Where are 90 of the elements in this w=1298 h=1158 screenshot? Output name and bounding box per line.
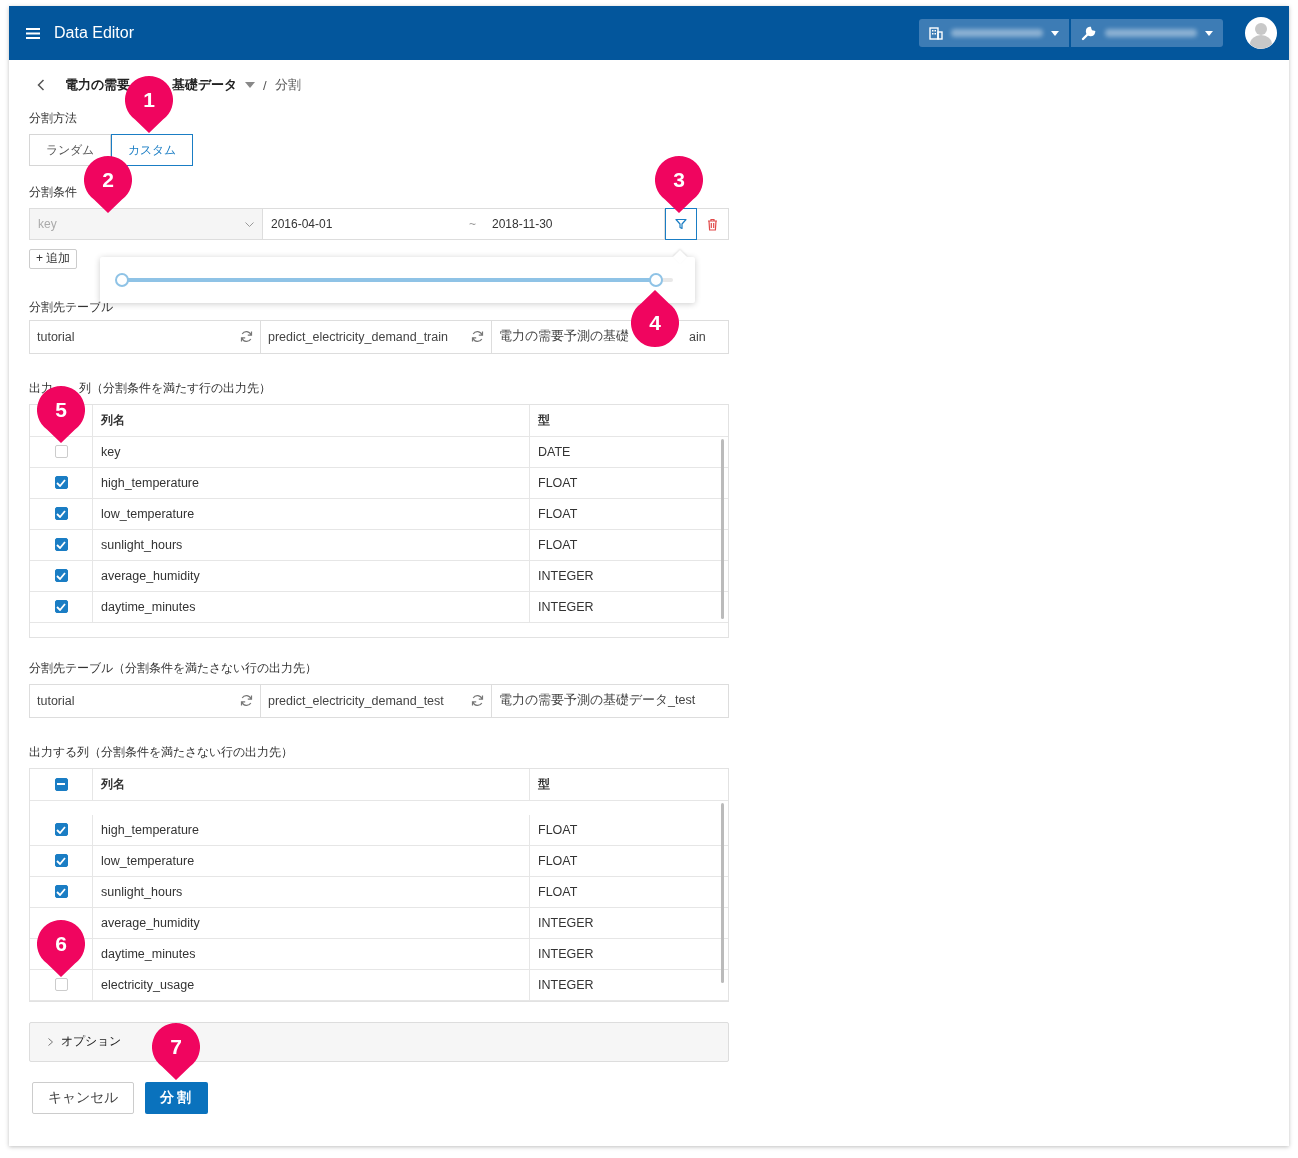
table-cell-text: INTEGER <box>537 914 595 932</box>
refresh-icon[interactable] <box>240 694 253 707</box>
row-checkbox[interactable] <box>54 538 68 551</box>
table-cell-text: INTEGER <box>537 567 595 585</box>
description-text[interactable]: 電力の需要予測の基礎 <box>499 328 629 345</box>
chevron-icon <box>245 221 254 227</box>
table-cell: average_humidity <box>93 907 530 938</box>
table-cell: average_humidity <box>93 560 530 591</box>
row-checkbox[interactable] <box>54 823 68 836</box>
wrench-icon <box>1081 25 1097 41</box>
menu-icon[interactable] <box>26 27 40 39</box>
breadcrumb-separator: / <box>263 77 267 93</box>
field-label: 分割先テーブル <box>29 298 114 316</box>
refresh-icon[interactable] <box>240 330 253 343</box>
table-cell-text: FLOAT <box>537 505 579 523</box>
scrollbar[interactable] <box>721 438 724 619</box>
table-cell-text: FLOAT <box>537 852 579 870</box>
callout-marker: 7 <box>152 1023 200 1081</box>
table-cell-text: INTEGER <box>537 976 595 994</box>
table-cell-text: DATE <box>537 443 572 461</box>
table-cell: daytime_minutes <box>93 591 530 622</box>
callout-marker: 3 <box>655 156 703 214</box>
split-button[interactable]: 分割 <box>145 1081 208 1114</box>
caret-icon[interactable] <box>245 82 255 88</box>
row-checkbox[interactable] <box>54 445 68 458</box>
scrollbar[interactable] <box>721 802 724 983</box>
building-icon <box>929 26 943 40</box>
table-cell: high_temperature <box>93 467 530 498</box>
column-header: 列名 <box>93 768 530 800</box>
table-cell: high_temperature <box>93 814 530 845</box>
chevron-icon <box>48 1037 53 1046</box>
dataset-field[interactable]: tutorial <box>30 684 261 717</box>
row-checkbox[interactable] <box>54 885 68 898</box>
table-cell: daytime_minutes <box>93 938 530 969</box>
refresh-icon[interactable] <box>471 694 484 707</box>
callout-marker: 4 <box>631 289 679 347</box>
description-text[interactable]: 電力の需要予測の基礎データ_test <box>499 692 696 709</box>
field-label: 分割方法 <box>29 110 78 127</box>
add-button[interactable]: + 追加 <box>29 248 78 269</box>
column-header: 型 <box>537 411 551 429</box>
delete-button[interactable] <box>697 208 729 240</box>
options-label: オプション <box>61 1033 121 1050</box>
avatar-icon[interactable] <box>1245 17 1277 49</box>
table-name-field[interactable]: predict_electricity_demand_test <box>261 684 492 717</box>
column-header: 列名 <box>93 404 530 436</box>
table-cell: key <box>93 436 530 467</box>
row-checkbox[interactable] <box>54 507 68 520</box>
segment-option[interactable]: ランダム <box>29 134 111 166</box>
slider-thumb[interactable] <box>115 273 129 287</box>
segment-option[interactable]: カスタム <box>111 134 193 166</box>
table-cell-text: INTEGER <box>537 945 595 963</box>
table-cell: sunlight_hours <box>93 876 530 907</box>
row-checkbox[interactable] <box>54 476 68 489</box>
filter-icon <box>675 218 687 230</box>
table-cell-text: FLOAT <box>537 536 579 554</box>
row-checkbox[interactable] <box>54 600 68 613</box>
table-cell: electricity_usage <box>93 969 530 1000</box>
filter-button[interactable] <box>665 208 697 240</box>
row-checkbox[interactable] <box>54 569 68 582</box>
row-checkbox[interactable] <box>54 854 68 867</box>
table-cell: low_temperature <box>93 845 530 876</box>
description-text[interactable]: ain <box>689 329 706 344</box>
column-header: 型 <box>537 775 551 793</box>
app-title: Data Editor <box>54 24 135 42</box>
table-cell-text: INTEGER <box>537 598 595 616</box>
date-range-field[interactable]: 2016-04-01 ~ 2018-11-30 <box>263 208 665 240</box>
table-cell: low_temperature <box>93 498 530 529</box>
field-label: 分割先テーブル（分割条件を満たさない行の出力先） <box>29 659 318 677</box>
row-checkbox[interactable] <box>54 978 68 991</box>
table-cell: sunlight_hours <box>93 529 530 560</box>
callout-marker: 6 <box>37 920 85 978</box>
breadcrumb-current: 分割 <box>274 76 301 94</box>
field-label: 列（分割条件を満たす行の出力先） <box>79 379 271 397</box>
breadcrumb-link[interactable]: 基礎データ <box>172 76 237 94</box>
table-cell-text: FLOAT <box>537 821 579 839</box>
refresh-icon[interactable] <box>471 330 484 343</box>
table-name-field[interactable]: predict_electricity_demand_train <box>261 320 492 353</box>
trash-icon <box>707 217 718 231</box>
table-cell-text: FLOAT <box>537 474 579 492</box>
back-icon[interactable] <box>37 79 45 91</box>
slider-thumb[interactable] <box>649 273 664 287</box>
organization-selector[interactable] <box>919 19 1069 47</box>
dataset-field[interactable]: tutorial <box>30 320 261 353</box>
project-selector[interactable] <box>1071 19 1223 47</box>
select-all-checkbox[interactable] <box>54 777 68 791</box>
field-label: 出力する列（分割条件を満たさない行の出力先） <box>29 743 293 761</box>
field-label: 分割条件 <box>29 184 78 201</box>
cancel-button[interactable]: キャンセル <box>32 1081 134 1114</box>
table-cell-text: FLOAT <box>537 883 579 901</box>
callout-marker: 2 <box>84 156 132 214</box>
